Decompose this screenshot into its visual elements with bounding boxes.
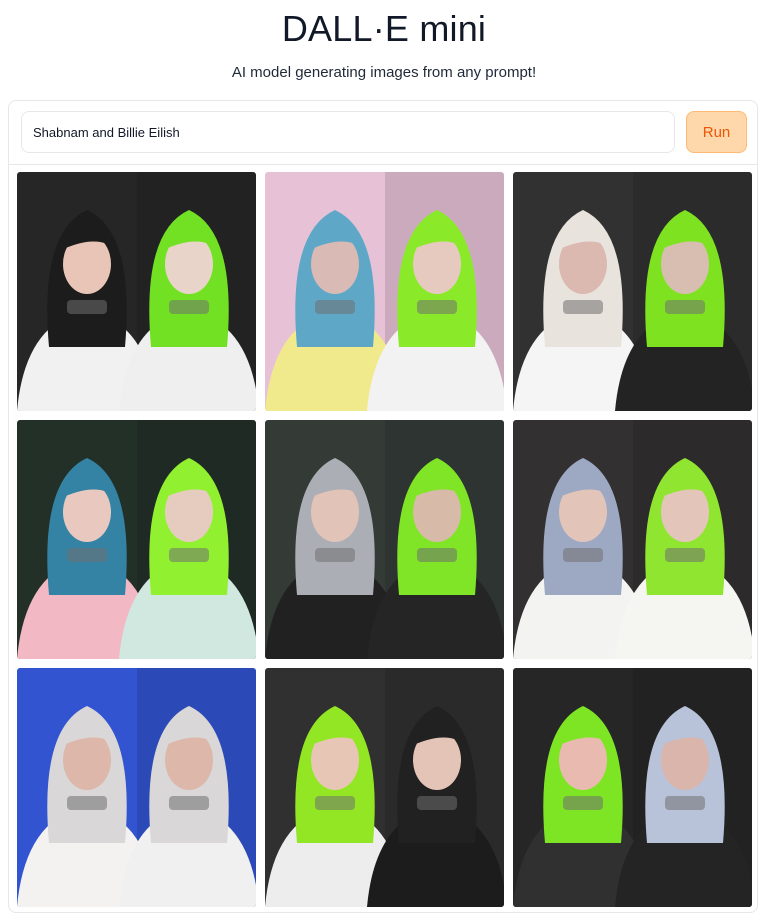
generated-image-3 — [513, 172, 752, 411]
generated-image-8 — [265, 668, 504, 907]
generated-image-9 — [513, 668, 752, 907]
generated-image-2 — [265, 172, 504, 411]
generator-panel: Run — [8, 100, 758, 913]
image-gallery — [17, 172, 752, 907]
generated-image-4 — [17, 420, 256, 659]
generated-image-7 — [17, 668, 256, 907]
page-subtitle: AI model generating images from any prom… — [231, 64, 537, 81]
prompt-input[interactable] — [21, 111, 675, 153]
generated-image-5 — [265, 420, 504, 659]
run-button[interactable]: Run — [686, 111, 747, 153]
prompt-bar: Run — [9, 101, 757, 165]
page-title: DALL·E mini — [281, 8, 487, 49]
generated-image-1 — [17, 172, 256, 411]
generated-image-6 — [513, 420, 752, 659]
